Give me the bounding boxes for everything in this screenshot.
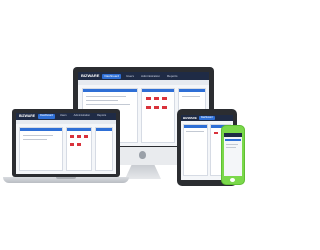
tab-reports[interactable]: Reports — [95, 114, 108, 119]
phone-nav-bar — [224, 133, 242, 137]
laptop-nav-bar: BIZWARE Dashboard Users Administration R… — [16, 113, 116, 120]
panel-header — [67, 128, 91, 131]
tab-reports[interactable]: Reports — [165, 74, 180, 79]
laptop-hinge-notch — [56, 177, 76, 179]
status-cell — [77, 135, 81, 138]
laptop-middle-panel — [66, 127, 92, 171]
desktop-toolbar — [78, 80, 209, 85]
status-cell — [154, 97, 159, 100]
list-row[interactable] — [23, 135, 53, 136]
laptop-right-panel — [95, 127, 113, 171]
status-cell — [154, 106, 159, 109]
panel-header — [184, 125, 207, 128]
status-cell — [146, 106, 151, 109]
phone-home-button[interactable] — [230, 178, 235, 182]
list-row[interactable] — [226, 147, 236, 148]
tablet-left-panel — [183, 124, 208, 176]
list-row[interactable] — [186, 131, 204, 132]
phone-panel-header — [225, 139, 241, 141]
app-logo[interactable]: BIZWARE — [183, 116, 197, 120]
panel-header — [142, 89, 174, 92]
list-row[interactable] — [23, 139, 47, 140]
panel-header — [96, 128, 112, 131]
status-cell — [214, 132, 218, 134]
list-row[interactable] — [226, 144, 238, 145]
panel-header — [83, 89, 137, 92]
tab-dashboard[interactable]: Dashboard — [38, 114, 55, 119]
status-cell — [146, 97, 151, 100]
status-cell — [162, 97, 167, 100]
laptop-toolbar — [16, 120, 116, 124]
laptop-screen: BIZWARE Dashboard Users Administration R… — [16, 113, 116, 174]
list-row[interactable] — [86, 100, 118, 101]
status-cell — [162, 106, 167, 109]
laptop-left-panel — [19, 127, 63, 171]
list-row[interactable] — [86, 104, 130, 105]
desktop-middle-panel — [141, 88, 175, 143]
tablet-nav-bar: BIZWARE Dashboard — [181, 115, 233, 121]
tab-dashboard[interactable]: Dashboard — [102, 73, 122, 79]
tab-users[interactable]: Users — [124, 74, 136, 79]
tab-users[interactable]: Users — [58, 114, 69, 119]
app-logo[interactable]: BIZWARE — [81, 74, 99, 78]
status-cell — [77, 143, 81, 146]
tab-administration[interactable]: Administration — [72, 114, 92, 119]
status-cell — [84, 135, 88, 138]
list-row[interactable] — [182, 96, 200, 97]
status-cell — [70, 135, 74, 138]
app-logo[interactable]: BIZWARE — [19, 114, 35, 119]
status-cell — [70, 143, 74, 146]
list-row[interactable] — [86, 96, 126, 97]
apple-logo-icon — [139, 151, 146, 159]
phone-screen — [224, 133, 242, 176]
panel-header — [179, 89, 205, 92]
desktop-stand — [125, 165, 161, 179]
desktop-nav-bar: BIZWARE Dashboard Users Administration R… — [78, 72, 209, 80]
tab-administration[interactable]: Administration — [139, 74, 162, 79]
tab-dashboard[interactable]: Dashboard — [198, 115, 215, 121]
panel-header — [20, 128, 62, 131]
